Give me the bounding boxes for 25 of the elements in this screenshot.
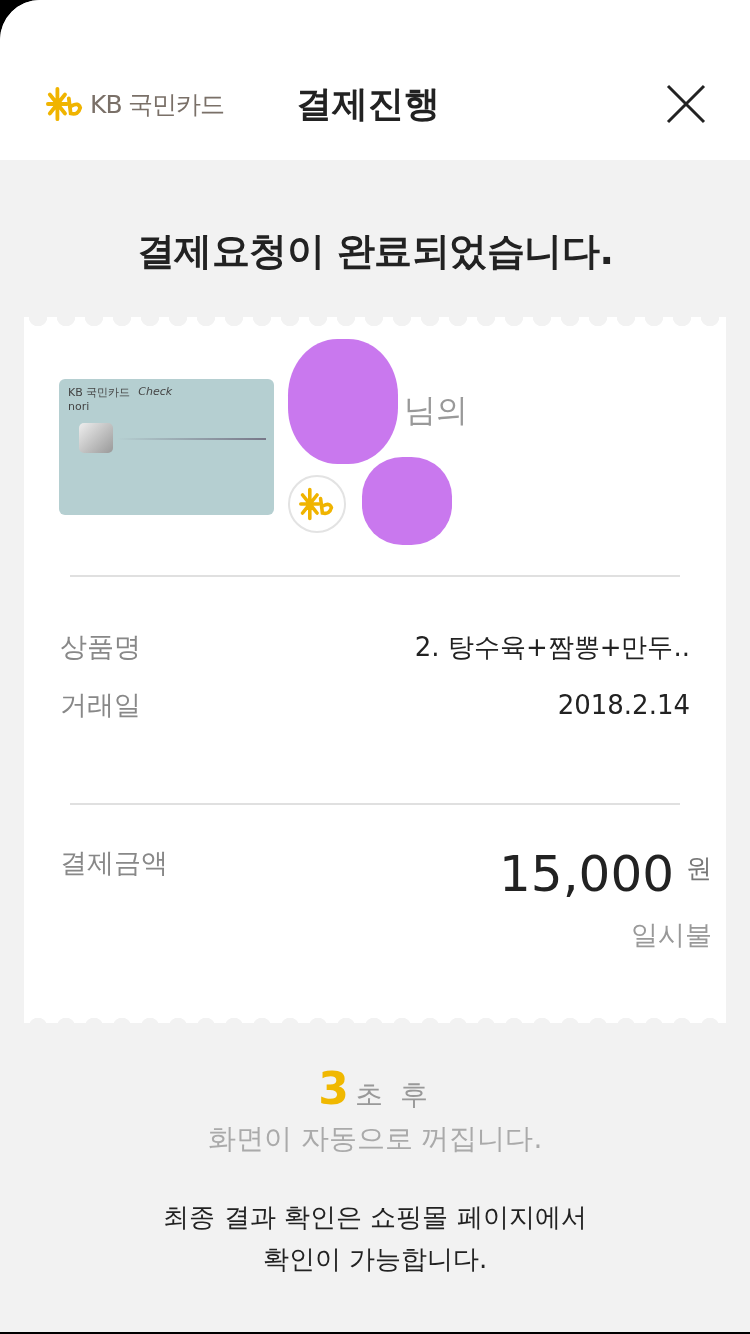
owner-label: 님의 — [404, 390, 468, 431]
card-type: Check — [138, 385, 173, 400]
detail-label: 상품명 — [60, 630, 141, 664]
chip-icon — [79, 423, 113, 453]
detail-value: 2018.2.14 — [557, 690, 690, 720]
kb-star-icon — [46, 85, 84, 123]
auto-close-message: 화면이 자동으로 꺼집니다. — [207, 1121, 543, 1157]
card-brand: KB 국민카드 — [68, 385, 131, 400]
detail-label: 거래일 — [60, 688, 141, 722]
detail-value: 2. 탕수육+짬뽕+만두.. — [414, 630, 690, 664]
countdown-suffix: 초 후 — [354, 1077, 432, 1113]
notice-text: 최종 결과 확인은 쇼핑몰 페이지에서 — [163, 1201, 587, 1234]
amount-label: 결제금액 — [60, 846, 168, 880]
amount-value: 15,000 — [499, 845, 674, 903]
completion-headline: 결제요청이 완료되었습니다. — [135, 228, 615, 275]
brand-logo-text: KB 국민카드 — [90, 88, 225, 121]
card-name: nori — [68, 400, 91, 413]
close-icon — [666, 84, 706, 124]
notice-text: 확인이 가능합니다. — [261, 1243, 489, 1276]
close-button[interactable] — [666, 84, 706, 124]
page-title: 결제진행 — [296, 81, 441, 126]
installment-label: 일시불 — [631, 918, 712, 952]
currency-unit: 원 — [686, 852, 712, 885]
countdown-seconds: 3 — [318, 1063, 349, 1114]
kb-star-icon — [299, 486, 335, 522]
